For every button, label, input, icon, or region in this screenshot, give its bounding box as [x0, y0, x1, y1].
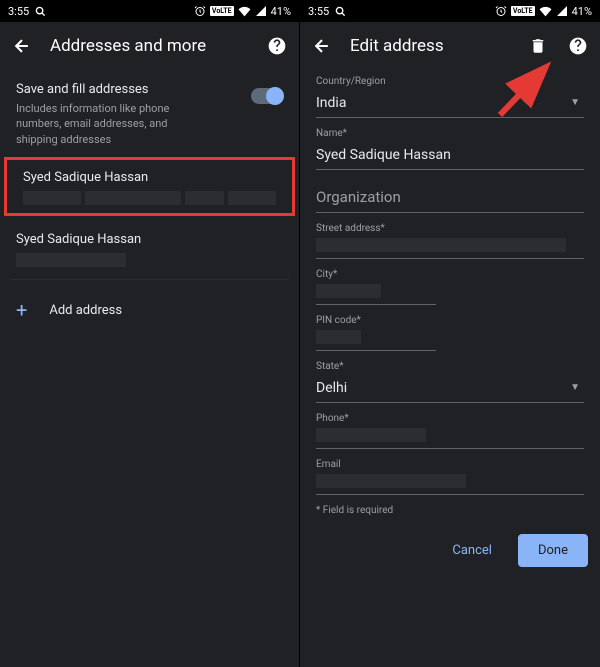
field-label: Name*: [316, 128, 584, 139]
status-time: 3:55: [8, 5, 29, 18]
toggle-description: Includes information like phone numbers,…: [16, 101, 251, 147]
volte-badge: VoLTE: [210, 6, 234, 16]
battery-percent: 41%: [271, 5, 291, 18]
form: Country/Region India ▼ Name* Syed Sadiqu…: [300, 70, 600, 516]
city-field[interactable]: City*: [316, 269, 584, 305]
add-address-label: Add address: [49, 303, 122, 318]
pin-field[interactable]: PIN code*: [316, 315, 584, 351]
redacted-value: [316, 238, 566, 252]
plus-icon: +: [16, 298, 27, 322]
address-item[interactable]: Syed Sadique Hassan: [0, 216, 299, 275]
address-detail-redacted: [16, 253, 283, 267]
phone-field[interactable]: Phone*: [316, 413, 584, 449]
address-item[interactable]: Syed Sadique Hassan: [7, 160, 292, 213]
field-label: Email: [316, 459, 584, 470]
alarm-icon: [194, 5, 206, 17]
email-field[interactable]: Email: [316, 459, 584, 495]
status-bar: 3:55 VoLTE 41%: [0, 0, 299, 22]
name-value: Syed Sadique Hassan: [316, 143, 584, 170]
redacted-value: [316, 330, 361, 344]
highlighted-address: Syed Sadique Hassan: [4, 157, 295, 216]
chevron-down-icon: ▼: [570, 382, 580, 393]
help-button[interactable]: [265, 34, 289, 58]
country-value: India: [316, 91, 584, 118]
state-field[interactable]: State* Delhi ▼: [316, 361, 584, 403]
toolbar: Addresses and more: [0, 22, 299, 70]
edit-address-screen: 3:55 VoLTE 41% Edit address Country/Regi…: [300, 0, 600, 667]
field-label: Street address*: [316, 223, 584, 234]
help-button[interactable]: [566, 34, 590, 58]
button-row: Cancel Done: [300, 516, 600, 585]
name-field[interactable]: Name* Syed Sadique Hassan: [316, 128, 584, 170]
field-label: Phone*: [316, 413, 584, 424]
page-title: Edit address: [350, 36, 510, 56]
signal-icon: [556, 5, 568, 17]
search-icon: [35, 6, 46, 17]
redacted-value: [316, 428, 426, 442]
alarm-icon: [495, 5, 507, 17]
address-name: Syed Sadique Hassan: [23, 170, 276, 185]
volte-badge: VoLTE: [511, 6, 535, 16]
save-fill-toggle[interactable]: [251, 88, 283, 104]
back-button[interactable]: [310, 34, 334, 58]
address-name: Syed Sadique Hassan: [16, 232, 283, 247]
country-field[interactable]: Country/Region India ▼: [316, 76, 584, 118]
status-time: 3:55: [308, 5, 329, 18]
back-button[interactable]: [10, 34, 34, 58]
redacted-value: [316, 284, 381, 298]
field-label: City*: [316, 269, 584, 280]
done-button[interactable]: Done: [518, 534, 588, 567]
save-fill-toggle-row: Save and fill addresses Includes informa…: [0, 70, 299, 151]
state-value: Delhi: [316, 376, 584, 403]
battery-percent: 41%: [572, 5, 592, 18]
search-icon: [335, 6, 346, 17]
toolbar: Edit address: [300, 22, 600, 70]
field-label: PIN code*: [316, 315, 584, 326]
field-label: State*: [316, 361, 584, 372]
organization-field[interactable]: Organization: [316, 184, 584, 213]
wifi-icon: [539, 5, 552, 18]
cancel-button[interactable]: Cancel: [436, 534, 508, 567]
organization-placeholder: Organization: [316, 184, 584, 213]
required-note: * Field is required: [316, 505, 584, 516]
field-label: Country/Region: [316, 76, 584, 87]
chevron-down-icon: ▼: [570, 97, 580, 108]
redacted-value: [316, 474, 466, 488]
add-address-button[interactable]: + Add address: [0, 280, 299, 340]
wifi-icon: [238, 5, 251, 18]
toggle-title: Save and fill addresses: [16, 82, 251, 97]
address-detail-redacted: [23, 191, 276, 205]
page-title: Addresses and more: [50, 36, 249, 56]
delete-button[interactable]: [526, 34, 550, 58]
signal-icon: [255, 5, 267, 17]
status-bar: 3:55 VoLTE 41%: [300, 0, 600, 22]
addresses-screen: 3:55 VoLTE 41% Addresses and more Save a…: [0, 0, 300, 667]
street-field[interactable]: Street address*: [316, 223, 584, 259]
